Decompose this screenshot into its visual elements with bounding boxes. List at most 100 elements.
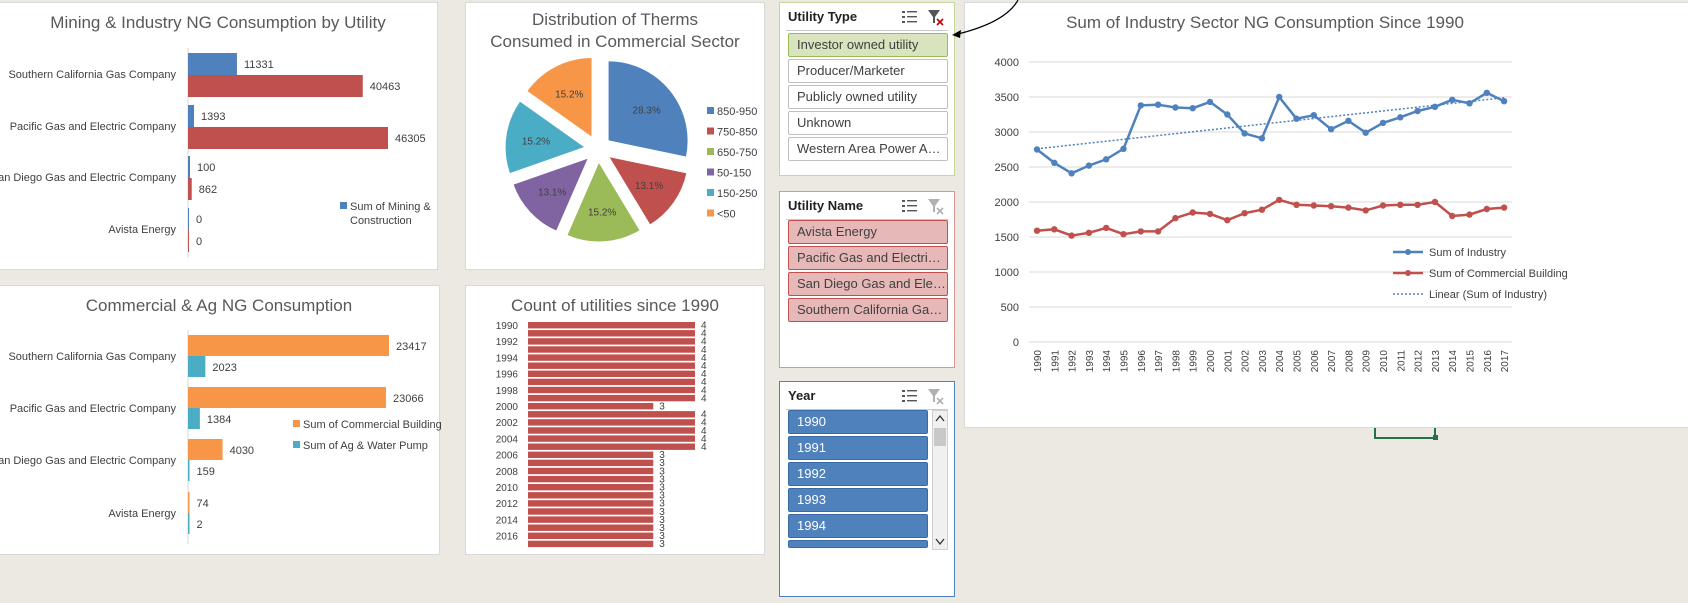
legend-label: Sum of Commercial Building — [1429, 268, 1568, 280]
slicer-title: Utility Type — [788, 9, 858, 24]
bar — [528, 338, 695, 345]
bar — [528, 500, 654, 507]
x-tick-label: 2006 — [1310, 350, 1321, 373]
scroll-up-icon[interactable] — [935, 414, 945, 422]
scroll-down-icon[interactable] — [935, 538, 945, 546]
slicer-header-icons — [902, 389, 944, 405]
mining-industry-chart-panel[interactable]: Mining & Industry NG Consumption by Util… — [0, 2, 438, 270]
slicer-item-year[interactable]: 1991 — [788, 436, 928, 460]
tick-label: 1998 — [496, 386, 519, 397]
bar — [528, 459, 654, 467]
x-tick-label: 2015 — [1466, 350, 1477, 373]
bar — [188, 387, 386, 408]
data-label: 13.1% — [538, 188, 566, 199]
industry-line-chart: 0 500 1000 1500 2000 2500 3000 3500 4000 1990 1991… — [995, 57, 1568, 373]
data-point — [1206, 98, 1214, 106]
slicer-item-investor-owned[interactable]: Investor owned utility — [788, 33, 948, 57]
data-label: 4030 — [230, 445, 254, 457]
data-point — [1258, 206, 1266, 213]
slicer-item-producer-marketer[interactable]: Producer/Marketer — [788, 59, 948, 83]
legend-swatch — [707, 148, 714, 155]
data-label: 15.2% — [588, 207, 616, 218]
slicer-item-unknown[interactable]: Unknown — [788, 111, 948, 135]
y-tick-label: 0 — [1013, 337, 1019, 349]
data-label: 46305 — [395, 133, 426, 145]
data-point — [1103, 156, 1110, 163]
utility-count-chart-panel[interactable]: Count of utilities since 1990 4 1990 4 4 199… — [465, 285, 765, 555]
data-point — [1276, 93, 1283, 101]
bar — [188, 356, 206, 377]
bar — [528, 386, 695, 394]
category-label: San Diego Gas and Electric Company — [0, 172, 176, 184]
data-label: 2 — [197, 519, 203, 531]
data-point — [1466, 211, 1473, 218]
slicer-item-western-area[interactable]: Western Area Power Age... — [788, 137, 948, 161]
bar — [528, 516, 654, 523]
industry-line-chart-panel[interactable]: Sum of Industry Sector NG Consumption Si… — [964, 2, 1688, 428]
legend-label: <50 — [717, 209, 736, 221]
year-slicer[interactable]: Year 1990 1991 1992 1993 1994 — [779, 381, 955, 597]
bar — [188, 230, 189, 252]
slicer-scrollbar[interactable] — [932, 410, 948, 550]
utility-name-slicer[interactable]: Utility Name Avista Energy Pacific Gas a… — [779, 191, 955, 368]
multi-select-icon[interactable] — [902, 200, 917, 212]
tick-label: 1994 — [496, 353, 519, 364]
data-point — [1327, 203, 1335, 210]
bar — [528, 540, 654, 548]
commercial-ag-chart-panel[interactable]: Commercial & Ag NG Consumption Southern … — [0, 285, 441, 555]
data-point — [1397, 201, 1404, 208]
x-tick-label: 1993 — [1085, 350, 1096, 373]
x-tick-label: 1996 — [1137, 350, 1148, 373]
y-tick-label: 1500 — [995, 232, 1019, 244]
slicer-item-san-diego-gas[interactable]: San Diego Gas and Electr... — [788, 272, 948, 296]
slicer-item-year[interactable]: 1992 — [788, 462, 928, 486]
slicer-item-avista[interactable]: Avista Energy — [788, 220, 948, 244]
utility-count-chart: 4199044199244199444199644199843200044200… — [496, 321, 707, 551]
x-tick-label: 1995 — [1120, 350, 1131, 373]
y-tick-label: 500 — [1001, 302, 1019, 314]
bar — [528, 346, 695, 353]
legend-swatch — [707, 189, 714, 196]
data-label: 0 — [196, 236, 202, 248]
slicer-item-southern-california-gas[interactable]: Southern California Gas C... — [788, 298, 948, 322]
therms-pie-chart-panel[interactable]: Distribution of Therms Consumed in Comme… — [465, 2, 765, 270]
data-point — [1033, 227, 1041, 234]
data-label: 74 — [197, 498, 209, 510]
tick-label: 2008 — [496, 467, 519, 478]
data-point — [1172, 214, 1179, 222]
multi-select-icon[interactable] — [902, 11, 917, 23]
data-label: 2023 — [212, 362, 236, 374]
data-label: 4 — [701, 393, 707, 404]
data-point — [1500, 98, 1508, 105]
x-tick-label: 2010 — [1379, 350, 1390, 373]
x-tick-label: 1994 — [1102, 350, 1113, 373]
multi-select-icon[interactable] — [902, 390, 917, 402]
utility-type-slicer[interactable]: Utility Type Investor owned utility Prod… — [779, 2, 955, 176]
slicer-item-year[interactable]: 1990 — [788, 410, 928, 434]
legend-label: Sum of Industry — [1429, 247, 1507, 259]
category-label: Southern California Gas Company — [8, 351, 176, 363]
category-label: Pacific Gas and Electric Company — [10, 121, 177, 133]
slicer-item-year[interactable]: 1994 — [788, 514, 928, 538]
clear-filter-icon[interactable] — [928, 389, 944, 405]
data-point — [1189, 105, 1196, 112]
scrollbar-thumb[interactable] — [934, 428, 946, 446]
x-tick-label: 2003 — [1258, 350, 1269, 373]
bar — [188, 439, 223, 460]
data-point — [1085, 229, 1093, 236]
slicer-item-year-partial[interactable] — [788, 540, 928, 548]
legend-label: Construction — [350, 215, 412, 227]
cell-selection-marker — [1374, 428, 1438, 440]
slicer-item-pacific-gas[interactable]: Pacific Gas and Electric C... — [788, 246, 948, 270]
data-point — [1206, 210, 1214, 218]
slicer-item-year[interactable]: 1993 — [788, 488, 928, 512]
bar — [528, 435, 695, 442]
x-tick-label: 2009 — [1362, 350, 1373, 373]
clear-filter-icon[interactable] — [928, 199, 944, 215]
data-point — [1224, 111, 1231, 118]
bar — [528, 322, 695, 329]
data-point — [1189, 209, 1196, 216]
data-point — [1327, 126, 1335, 133]
x-tick-label: 1990 — [1033, 350, 1044, 373]
slicer-item-publicly-owned[interactable]: Publicly owned utility — [788, 85, 948, 109]
